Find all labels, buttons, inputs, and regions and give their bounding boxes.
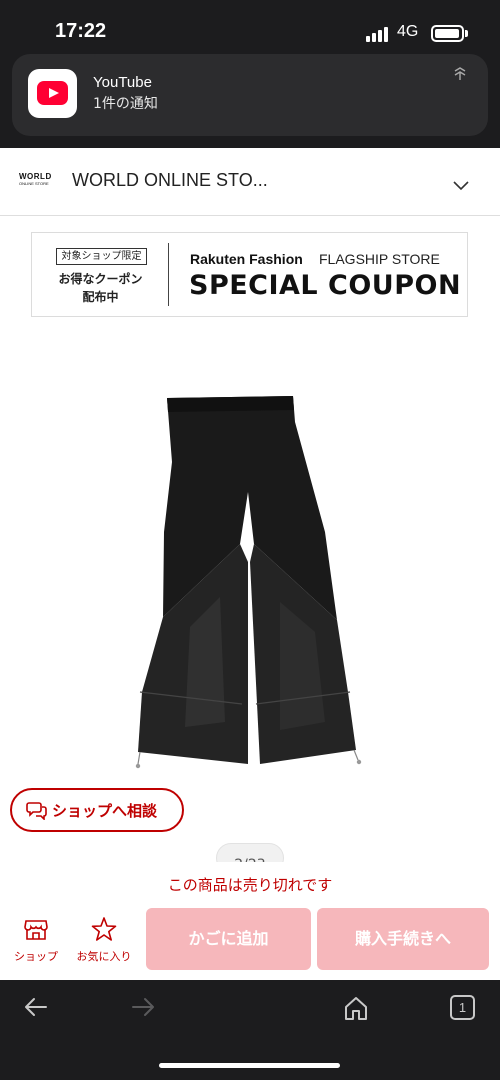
home-icon[interactable] [343,995,369,1021]
add-to-cart-button[interactable]: かごに追加 [146,908,311,970]
favorite-nav-label: お気に入り [76,950,132,963]
shop-title[interactable]: WORLD ONLINE STO... [72,170,268,191]
back-arrow-icon[interactable] [24,997,48,1017]
bottom-action-bar: この商品は売り切れです ショップ お気に入り かごに追加 購入手続きへ [0,862,500,980]
consult-label: ショップへ相談 [52,802,158,820]
expand-icon[interactable] [452,66,468,85]
coupon-divider [168,243,169,306]
storefront-icon [23,916,49,942]
battery-icon [431,25,464,42]
shop-logo: WORLD ONLINE STORE [19,172,52,187]
pants-illustration [135,396,362,769]
coupon-brand: Rakuten Fashion [190,251,303,267]
notification-banner[interactable]: YouTube 1件の通知 [12,54,488,136]
status-time: 17:22 [55,20,107,42]
status-bar: 17:22 4G [0,0,500,56]
youtube-app-icon [28,69,77,118]
forward-arrow-icon[interactable] [131,997,155,1017]
checkout-button[interactable]: 購入手続きへ [317,908,489,970]
notification-app-name: YouTube [93,74,152,91]
signal-icon [366,26,390,42]
soldout-message: この商品は売り切れです [167,876,333,894]
notification-text: 1件の通知 [93,96,158,112]
favorite-nav-button[interactable]: お気に入り [70,912,138,972]
tabs-button[interactable]: 1 [450,995,475,1020]
shop-nav-button[interactable]: ショップ [8,912,64,972]
battery-cap [465,30,468,37]
consult-shop-button[interactable]: ショップへ相談 [10,788,184,832]
shop-nav-label: ショップ [14,950,58,963]
chevron-down-icon[interactable] [453,176,469,191]
chat-bubbles-icon [26,800,48,821]
network-type: 4G [397,23,419,40]
shop-header[interactable]: WORLD ONLINE STORE WORLD ONLINE STO... [0,148,500,216]
coupon-main-title: SPECIAL COUPON [189,270,462,301]
coupon-store: FLAGSHIP STORE [319,251,440,267]
coupon-line3: 配布中 [82,290,119,304]
star-icon [91,916,117,942]
home-indicator [159,1063,340,1068]
coupon-tag: 対象ショップ限定 [56,248,147,265]
browser-toolbar: 1 [0,980,500,1080]
coupon-line2: お得なクーポン [58,272,143,286]
coupon-banner[interactable]: 対象ショップ限定 お得なクーポン 配布中 Rakuten Fashion FLA… [31,232,468,317]
product-image[interactable] [130,392,375,774]
